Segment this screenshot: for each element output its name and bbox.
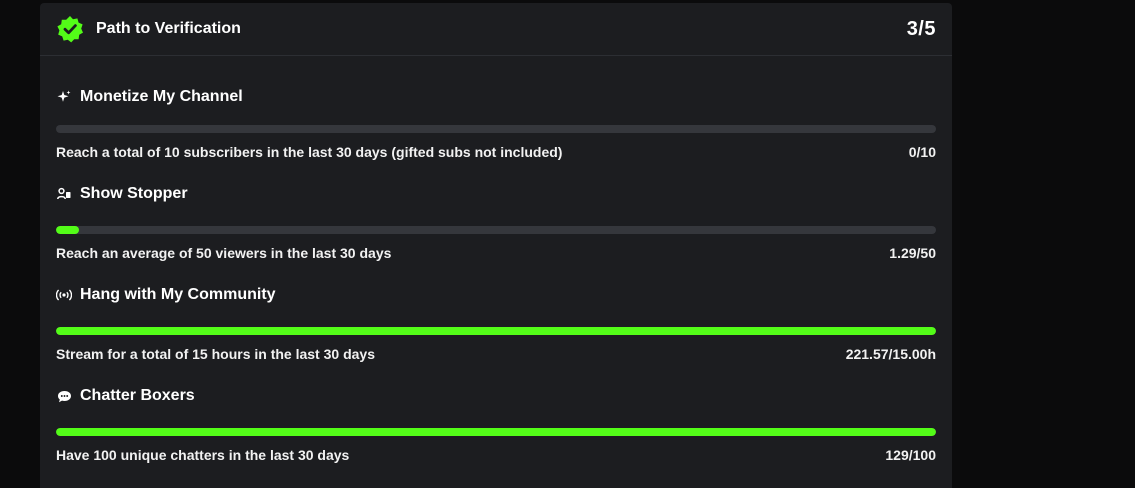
goal-title: Hang with My Community: [80, 286, 276, 303]
chat-bubble-icon: [56, 388, 72, 404]
goal-chatter-boxers: Chatter Boxers Have 100 unique chatters …: [56, 359, 936, 463]
progress-fill: [56, 327, 936, 335]
goal-title: Chatter Boxers: [80, 387, 195, 404]
card-title: Path to Verification: [96, 20, 241, 37]
sparkle-icon: [56, 89, 72, 105]
progress-count: 3/5: [906, 17, 936, 40]
verified-badge-icon: [56, 15, 84, 43]
card-header: Path to Verification 3/5: [40, 3, 952, 56]
progress-bar: [56, 428, 936, 436]
progress-fill: [56, 428, 936, 436]
goal-list: Monetize My Channel Reach a total of 10 …: [40, 56, 952, 463]
progress-fill: [56, 226, 79, 234]
progress-bar: [56, 327, 936, 335]
goal-monetize: Monetize My Channel Reach a total of 10 …: [56, 56, 936, 160]
broadcast-icon: [56, 287, 72, 303]
goal-value: 129/100: [885, 447, 936, 463]
progress-bar: [56, 125, 936, 133]
goal-show-stopper: Show Stopper Reach an average of 50 view…: [56, 157, 936, 261]
goal-title: Show Stopper: [80, 185, 188, 202]
goal-title: Monetize My Channel: [80, 88, 243, 105]
goal-description: Have 100 unique chatters in the last 30 …: [56, 447, 350, 463]
progress-bar: [56, 226, 936, 234]
verification-card: Path to Verification 3/5 Monetize My Cha…: [40, 3, 952, 488]
viewers-icon: [56, 186, 72, 202]
goal-hang-with-community: Hang with My Community Stream for a tota…: [56, 258, 936, 362]
